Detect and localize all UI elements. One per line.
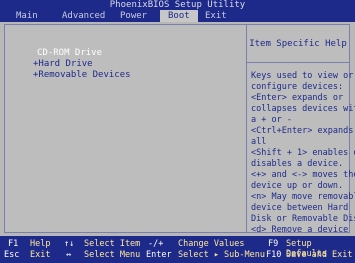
- desc-select-submenu: Select ▸ Sub-Menu: [178, 250, 265, 260]
- key-leftright-icon: ↔: [66, 250, 72, 260]
- desc-exit: Exit: [30, 250, 51, 260]
- key-f1: F1: [8, 239, 19, 249]
- desc-select-item: Select Item: [84, 239, 141, 249]
- help-separator: [247, 62, 349, 63]
- desc-help: Help: [30, 239, 51, 249]
- menu-main[interactable]: Main: [14, 10, 40, 22]
- key-esc: Esc: [4, 250, 20, 260]
- boot-item-hard-drive[interactable]: +Hard Drive: [33, 59, 93, 69]
- status-row-2: Esc Exit ↔ Select Menu Enter Select ▸ Su…: [0, 250, 355, 261]
- key-updown-icon: ↑↓: [64, 239, 75, 249]
- panel-divider: [246, 25, 247, 232]
- menu-boot[interactable]: Boot: [160, 10, 198, 22]
- desc-change-values: Change Values: [178, 239, 245, 249]
- bios-screen: PhoenixBIOS Setup Utility Main Advanced …: [0, 0, 355, 263]
- key-f9: F9: [268, 239, 279, 249]
- menu-power[interactable]: Power: [118, 10, 149, 22]
- menu-advanced[interactable]: Advanced: [60, 10, 107, 22]
- menu-bar: Main Advanced Power Boot Exit: [0, 10, 355, 22]
- help-text: Keys used to view or configure devices: …: [251, 71, 355, 246]
- desc-save-exit: Save and Exit: [286, 250, 353, 260]
- boot-item-cdrom[interactable]: CD-ROM Drive: [37, 48, 102, 58]
- desc-select-menu: Select Menu: [84, 250, 141, 260]
- menu-exit[interactable]: Exit: [203, 10, 229, 22]
- key-f10: F10: [266, 250, 282, 260]
- key-enter: Enter: [146, 250, 172, 260]
- status-bar: F1 Help ↑↓ Select Item -/+ Change Values…: [0, 236, 355, 263]
- window-title: PhoenixBIOS Setup Utility: [0, 0, 355, 10]
- boot-item-removable[interactable]: +Removable Devices: [33, 70, 131, 80]
- help-title: Item Specific Help: [249, 39, 347, 49]
- main-panel: CD-ROM Drive +Hard Drive +Removable Devi…: [4, 24, 355, 246]
- key-minus-plus: -/+: [148, 239, 164, 249]
- status-row-1: F1 Help ↑↓ Select Item -/+ Change Values…: [0, 239, 355, 259]
